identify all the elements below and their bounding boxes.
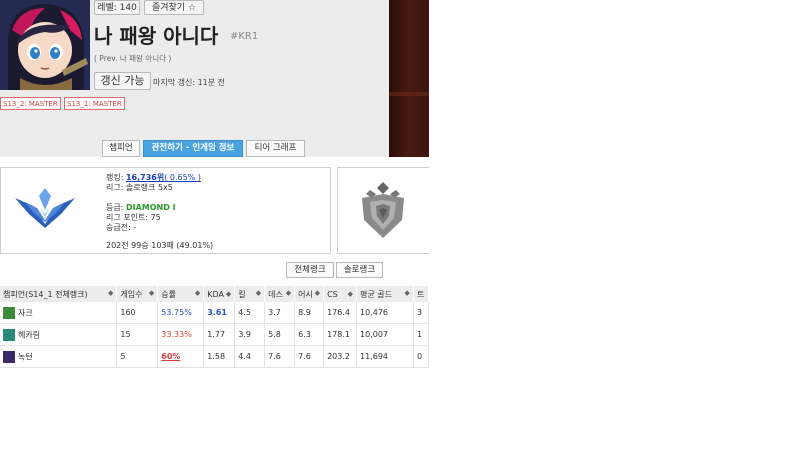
record-info: 202전 99승 103패 (49.01%): [106, 241, 214, 250]
sort-icon: ◆: [314, 288, 321, 297]
table-header-row: 챔피언(S14_1 전체랭크) ◆ 게임수 ◆ 승률 ◆ KDA ◆ 킬 ◆ 데스 ◆ 어시…: [0, 286, 430, 302]
sort-icon: ◆: [404, 288, 410, 297]
tab-spectate[interactable]: 관전하기 - 인게임 정보: [143, 140, 243, 157]
assists-cell: 8.9: [294, 302, 325, 324]
tier-value: DIAMOND I: [125, 203, 176, 212]
kills-cell: 3.9: [234, 323, 266, 346]
col-header-kills[interactable]: 킬 ◆: [234, 286, 266, 302]
cs-cell: 178.1: [323, 323, 358, 346]
extra-cell: 0: [413, 345, 430, 368]
sort-icon: ◆: [148, 288, 155, 297]
star-icon: ☆: [187, 3, 197, 13]
col-header-champion[interactable]: 챔피언(S14_1 전체랭크) ◆: [0, 286, 118, 302]
tab-tier-graph[interactable]: 티어 그래프: [246, 140, 305, 157]
winrate-cell: 60%: [157, 345, 205, 368]
last-update-text: 마지막 갱신: 11분 전: [153, 78, 226, 87]
sort-icon: ◆: [107, 288, 114, 297]
gold-cell: 10,476: [356, 302, 414, 324]
sort-icon: ◆: [225, 289, 232, 298]
sort-icon: ◆: [347, 289, 354, 298]
winrate-cell: 53.75%: [157, 302, 205, 324]
games-cell: 15: [116, 323, 159, 346]
ranking-percent: ( 0.65% ): [164, 173, 201, 182]
col-header-cs[interactable]: CS ◆: [323, 286, 358, 302]
kda-cell: 3.61: [203, 302, 236, 324]
season-badge: S13_2: MASTER: [0, 97, 61, 110]
col-header-extra[interactable]: 트: [413, 286, 430, 302]
champion-name: 자크: [18, 308, 33, 317]
summoner-name: 나 패왕 아니다: [94, 24, 219, 48]
col-header-deaths[interactable]: 데스 ◆: [264, 286, 296, 302]
filter-solo-rank-button[interactable]: 솔로랭크: [336, 262, 383, 278]
champion-zac-icon: [3, 306, 15, 319]
champion-name: 헤카림: [18, 330, 41, 339]
col-header-kda[interactable]: KDA ◆: [203, 286, 236, 302]
main-panel: 레벨: 140 즐겨찾기 ☆ 나 패왕 아니다 #KR1 ( Prev. 나 패…: [0, 0, 430, 450]
champion-nocturne-icon: [3, 350, 15, 363]
kda-cell: 1.77: [203, 323, 236, 346]
champion-name: 녹턴: [18, 352, 33, 361]
extra-cell: 1: [413, 323, 430, 346]
kda-cell: 1.58: [203, 345, 236, 368]
table-row[interactable]: 녹턴 5 60% 1.58 4.4 7.6 7.6 203.2 11,694 0: [0, 345, 430, 368]
col-header-winrate[interactable]: 승률 ◆: [157, 286, 205, 302]
filter-all-rank-button[interactable]: 전체랭크: [286, 262, 334, 278]
season-badge: S13_1: MASTER: [64, 97, 125, 110]
sort-icon: ◆: [194, 288, 201, 297]
deaths-cell: 5.8: [264, 323, 296, 346]
summoner-tag: #KR1: [230, 31, 259, 42]
banner-image: [389, 0, 429, 157]
table-row[interactable]: 헤카림 15 33.33% 1.77 3.9 5.8 6.3 178.1 10,…: [0, 323, 430, 346]
gold-cell: 10,007: [356, 323, 414, 346]
col-header-gold[interactable]: 평균 골드 ◆: [356, 286, 414, 302]
games-cell: 160: [116, 302, 159, 324]
unranked-emblem-icon: [356, 180, 410, 240]
sort-icon: ◆: [255, 288, 262, 297]
champion-stats-table: 챔피언(S14_1 전체랭크) ◆ 게임수 ◆ 승률 ◆ KDA ◆ 킬 ◆ 데스 ◆ 어시…: [0, 286, 430, 368]
level-badge: 레벨: 140: [94, 0, 140, 15]
table-row[interactable]: 자크 160 53.75% 3.61 4.5 3.7 8.9 176.4 10,…: [0, 302, 430, 324]
deaths-cell: 7.6: [264, 345, 296, 368]
diamond-emblem-icon: [13, 184, 77, 228]
profile-avatar: [0, 0, 90, 90]
favorite-label: 즐겨찾기: [151, 3, 186, 13]
winrate-cell: 33.33%: [157, 323, 205, 346]
favorite-button[interactable]: 즐겨찾기 ☆: [144, 0, 204, 15]
refresh-button[interactable]: 갱신 가능: [94, 72, 151, 90]
gold-cell: 11,694: [356, 345, 414, 368]
champion-hecarim-icon: [3, 328, 15, 341]
ranking-link[interactable]: 16,736위: [126, 173, 164, 182]
league-info: 리그: 솔로랭크 5x5: [106, 183, 173, 192]
kills-cell: 4.5: [234, 302, 266, 324]
games-cell: 5: [116, 345, 159, 368]
deaths-cell: 3.7: [264, 302, 296, 324]
flex-rank-card: [337, 167, 429, 254]
cs-cell: 203.2: [323, 345, 358, 368]
extra-cell: 3: [413, 302, 430, 324]
tab-champion[interactable]: 챔피언: [102, 140, 140, 157]
assists-cell: 6.3: [294, 323, 325, 346]
previous-name: ( Prev. 나 패왕 아니다 ): [94, 54, 172, 63]
cs-cell: 176.4: [323, 302, 358, 324]
sort-icon: ◆: [285, 288, 292, 297]
promotion-info: 승급전: -: [106, 223, 137, 232]
assists-cell: 7.6: [294, 345, 325, 368]
kills-cell: 4.4: [234, 345, 266, 368]
col-header-games[interactable]: 게임수 ◆: [116, 286, 159, 302]
col-header-assists[interactable]: 어시 ◆: [294, 286, 325, 302]
